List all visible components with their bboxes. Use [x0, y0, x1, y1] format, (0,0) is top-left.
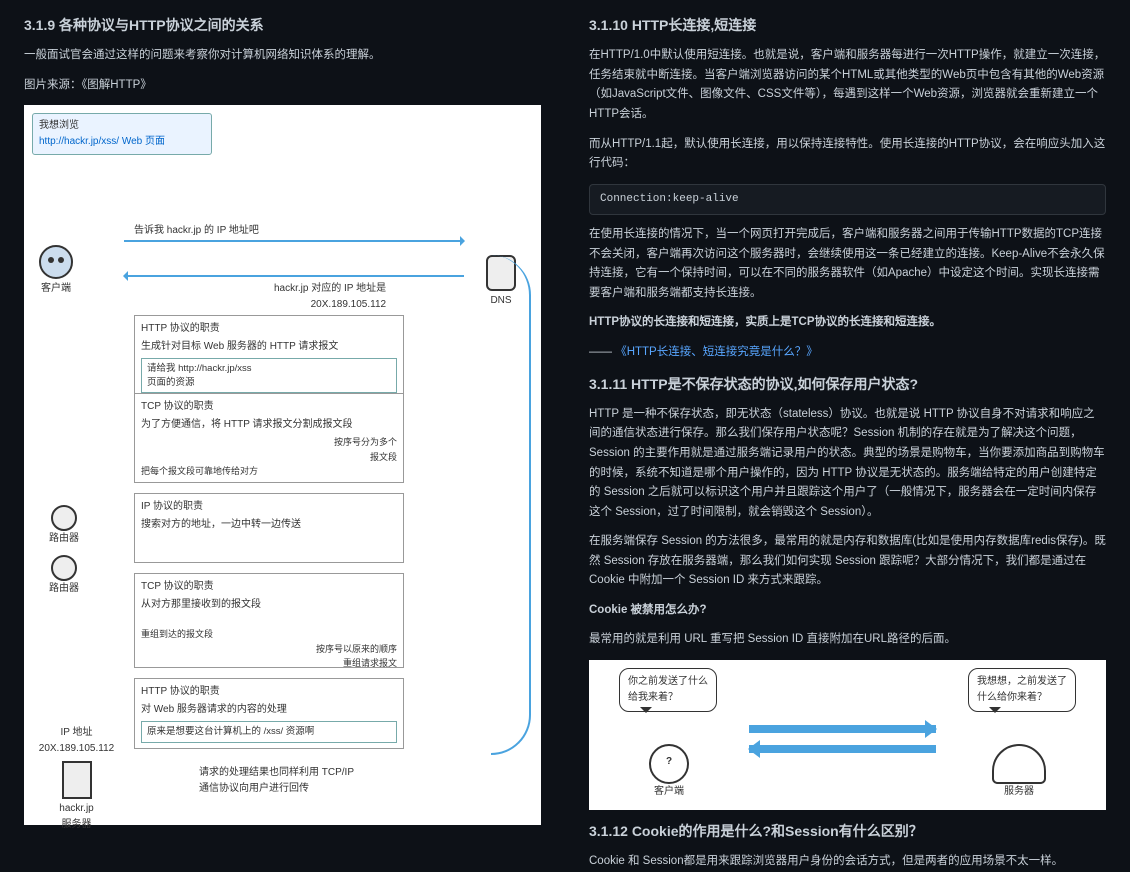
result-label: 请求的处理结果也同样利用 TCP/IP 通信协议向用户进行回传 — [199, 765, 354, 797]
http-request-box: HTTP 协议的职责 生成针对目标 Web 服务器的 HTTP 请求报文 请给我… — [134, 315, 404, 399]
p-keep-alive-desc: 在使用长连接的情况下，当一个网页打开完成后，客户端和服务器之间用于传输HTTP数… — [589, 225, 1106, 303]
p-cookie-disabled: Cookie 被禁用怎么办? — [589, 601, 1106, 621]
arrow-left-icon — [749, 745, 936, 753]
client-speech-bubble: 你之前发送了什么给我来着？ — [619, 668, 717, 712]
sess-client-icon: 客户端 — [649, 744, 689, 800]
p-long-conn-intro: 而从HTTP/1.1起，默认使用长连接，用以保持连接特性。使用长连接的HTTP协… — [589, 135, 1106, 174]
ref-link[interactable]: 《HTTP长连接、短连接究竟是什么？》 — [615, 346, 818, 358]
router-icon-2: 路由器 — [49, 555, 79, 597]
p-url-rewrite: 最常用的就是利用 URL 重写把 Session ID 直接附加在URL路径的后… — [589, 630, 1106, 650]
http-protocol-diagram: 我想浏览 http://hackr.jp/xss/ Web 页面 客户端 DNS… — [24, 105, 541, 825]
code-keep-alive: Connection:keep-alive — [589, 184, 1106, 216]
bubble-line2: http://hackr.jp/xss/ Web 页面 — [39, 134, 205, 150]
server-ip-label: IP 地址 20X.189.105.112 hackr.jp 服务器 — [34, 725, 119, 833]
p-essence: HTTP协议的长连接和短连接，实质上是TCP协议的长连接和短连接。 — [589, 313, 1106, 333]
dns-response-l1: hackr.jp 对应的 IP 地址是 — [274, 281, 386, 297]
ip-box: IP 协议的职责 搜索对方的地址，一边中转一边传送 — [134, 493, 404, 563]
bubble-line1: 我想浏览 — [39, 118, 205, 134]
tcp-reassemble-box: TCP 协议的职责 从对方那里接收到的报文段 重组到达的报文段 按序号以原来的顺… — [134, 573, 404, 668]
heading-3-1-9: 3.1.9 各种协议与HTTP协议之间的关系 — [24, 14, 541, 36]
client-icon: 客户端 — [39, 245, 73, 297]
heading-3-1-10: 3.1.10 HTTP长连接,短连接 — [589, 14, 1106, 36]
p-cookie-session: Cookie 和 Session都是用来跟踪浏览器用户身份的会话方式，但是两者的… — [589, 852, 1106, 872]
sess-server-icon: 服务器 — [992, 744, 1046, 800]
dns-response-l2: 20X.189.105.112 — [274, 297, 386, 313]
router-icon-1: 路由器 — [49, 505, 79, 547]
p-ref-link: —— 《HTTP长连接、短连接究竟是什么？》 — [589, 343, 1106, 363]
p-short-conn: 在HTTP/1.0中默认使用短连接。也就是说，客户端和服务器每进行一次HTTP操… — [589, 46, 1106, 124]
arrow-right-icon — [749, 725, 936, 733]
http-response-box: HTTP 协议的职责 对 Web 服务器请求的内容的处理 原来是想要这台计算机上… — [134, 678, 404, 748]
image-source: 图片来源：《图解HTTP》 — [24, 76, 541, 96]
server-speech-bubble: 我想想，之前发送了什么给你来着？ — [968, 668, 1076, 712]
stateless-diagram: 你之前发送了什么给我来着？ 我想想，之前发送了什么给你来着？ 客户端 服务器 — [589, 660, 1106, 810]
p-session-save: 在服务端保存 Session 的方法很多，最常用的就是内存和数据库(比如是使用内… — [589, 532, 1106, 591]
heading-3-1-11: 3.1.11 HTTP是不保存状态的协议,如何保存用户状态? — [589, 373, 1106, 395]
heading-3-1-12: 3.1.12 Cookie的作用是什么?和Session有什么区别？ — [589, 820, 1106, 842]
tcp-split-box: TCP 协议的职责 为了方便通信，将 HTTP 请求报文分割成报文段 按序号分为… — [134, 393, 404, 483]
p-stateless: HTTP 是一种不保存状态，即无状态（stateless）协议。也就是说 HTT… — [589, 405, 1106, 522]
dns-request-label: 告诉我 hackr.jp 的 IP 地址吧 — [134, 223, 259, 239]
intro-text: 一般面试官会通过这样的问题来考察你对计算机网络知识体系的理解。 — [24, 46, 541, 66]
